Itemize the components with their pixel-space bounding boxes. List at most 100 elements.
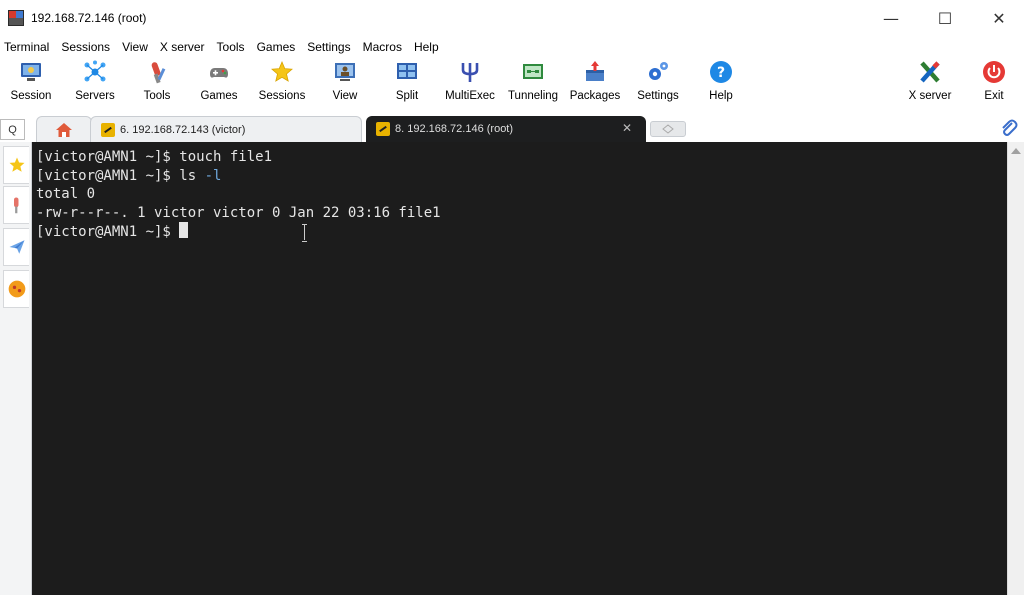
left-sidebar: [0, 142, 32, 595]
games-button[interactable]: Games: [196, 60, 242, 110]
sidebar-macros-button[interactable]: [3, 228, 29, 266]
mobaxterm-app-icon: [8, 10, 24, 26]
terminal-scrollbar[interactable]: [1007, 142, 1024, 595]
menu-settings[interactable]: Settings: [307, 40, 350, 54]
menu-view[interactable]: View: [122, 40, 148, 54]
home-icon: [56, 122, 72, 137]
settings-label: Settings: [637, 90, 679, 102]
help-icon: ?: [710, 61, 732, 83]
multiexec-button[interactable]: MultiExec: [442, 60, 498, 110]
close-tab-icon[interactable]: ✕: [622, 121, 632, 135]
toolbar: Session Servers Tools Games Sessions Vie…: [0, 58, 1024, 112]
session-label: Session: [10, 90, 52, 102]
terminal-line: total 0: [36, 185, 1007, 204]
x-server-label: X server: [908, 90, 952, 102]
games-icon: [210, 68, 228, 78]
sidebar-sftp-button[interactable]: [3, 270, 29, 308]
session-icon: [21, 63, 41, 81]
tools-button[interactable]: Tools: [134, 60, 180, 110]
servers-button[interactable]: Servers: [72, 60, 118, 110]
view-button[interactable]: View: [322, 60, 368, 110]
sessions-star-icon: [271, 60, 293, 82]
split-label: Split: [395, 90, 419, 102]
sessions-button[interactable]: Sessions: [256, 60, 308, 110]
terminal-line: [victor@AMN1 ~]$ touch file1: [36, 148, 1007, 167]
terminal-line: [victor@AMN1 ~]$ ls -l: [36, 167, 1007, 186]
star-icon: [9, 157, 24, 172]
packages-icon: [586, 61, 604, 81]
command-text: ls: [179, 167, 205, 184]
minimize-button[interactable]: —: [866, 0, 916, 36]
terminal-tab-icon: [101, 122, 115, 137]
tab-session-8-label: 8. 192.168.72.146 (root): [395, 123, 514, 135]
tunneling-label: Tunneling: [507, 90, 559, 102]
servers-label: Servers: [75, 90, 115, 102]
settings-button[interactable]: Settings: [634, 60, 682, 110]
terminal-line: -rw-r--r--. 1 victor victor 0 Jan 22 03:…: [36, 204, 1007, 223]
maximize-button[interactable]: ☐: [920, 0, 970, 36]
tab-session-6-label: 6. 192.168.72.143 (victor): [120, 123, 246, 136]
view-icon: [335, 63, 355, 81]
text-cursor: [179, 222, 189, 238]
tools-icon: [151, 62, 166, 84]
sidebar-sessions-button[interactable]: [3, 146, 29, 184]
svg-text:?: ?: [717, 65, 725, 81]
exit-label: Exit: [984, 90, 1004, 102]
shell-prompt: [victor@AMN1 ~]$: [36, 167, 180, 184]
output-text: -rw-r--r--. 1 victor victor 0 Jan 22 03:…: [36, 204, 441, 221]
close-button[interactable]: ✕: [974, 0, 1024, 36]
sftp-icon: [8, 280, 25, 298]
settings-icon: [649, 62, 668, 80]
terminal-output[interactable]: [victor@AMN1 ~]$ touch file1 [victor@AMN…: [32, 142, 1007, 595]
split-icon: [397, 63, 417, 79]
paperclip-icon[interactable]: [998, 118, 1018, 138]
exit-button[interactable]: Exit: [974, 60, 1014, 110]
view-label: View: [332, 90, 358, 102]
terminal-tab-icon: [376, 122, 390, 136]
packages-button[interactable]: Packages: [568, 60, 622, 110]
quick-connect-search[interactable]: Q: [0, 119, 25, 140]
menu-bar: Terminal Sessions View X server Tools Ga…: [0, 36, 1024, 58]
tab-bar: Q 6. 192.168.72.143 (victor) 8. 192.168.…: [0, 114, 1024, 142]
menu-macros[interactable]: Macros: [363, 40, 402, 54]
scroll-up-arrow-icon[interactable]: [1011, 148, 1021, 154]
menu-tools[interactable]: Tools: [217, 40, 245, 54]
tunneling-icon: [523, 64, 543, 79]
command-text: touch file1: [179, 149, 273, 165]
sessions-label: Sessions: [258, 90, 306, 102]
new-tab-button[interactable]: [650, 121, 686, 137]
tab-session-6[interactable]: 6. 192.168.72.143 (victor): [90, 116, 362, 142]
split-button[interactable]: Split: [384, 60, 430, 110]
exit-icon: [983, 61, 1005, 83]
tools-label: Tools: [143, 90, 171, 102]
help-label: Help: [709, 90, 733, 102]
sidebar-tools-button[interactable]: [3, 186, 29, 224]
menu-sessions[interactable]: Sessions: [61, 40, 110, 54]
command-flag: -l: [204, 167, 222, 184]
tab-session-8[interactable]: 8. 192.168.72.146 (root) ✕: [366, 116, 646, 142]
mouse-ibeam-cursor-icon: [302, 224, 308, 242]
new-tab-icon: [662, 124, 674, 134]
output-text: total 0: [36, 186, 96, 202]
menu-help[interactable]: Help: [414, 40, 439, 54]
tools-icon: [13, 197, 18, 214]
shell-prompt: [victor@AMN1 ~]$: [36, 224, 180, 240]
shell-prompt: [victor@AMN1 ~]$: [36, 149, 180, 165]
title-bar: 192.168.72.146 (root) — ☐ ✕: [0, 0, 1024, 36]
servers-icon: [84, 60, 106, 82]
multiexec-icon: [461, 63, 479, 82]
x-server-button[interactable]: X server: [904, 60, 956, 110]
session-button[interactable]: Session: [8, 60, 54, 110]
multiexec-label: MultiExec: [445, 90, 495, 102]
menu-x-server[interactable]: X server: [160, 40, 205, 54]
home-tab[interactable]: [36, 116, 92, 142]
terminal-line: [victor@AMN1 ~]$: [36, 222, 1007, 242]
xserver-icon: [920, 61, 940, 83]
menu-terminal[interactable]: Terminal: [4, 40, 49, 54]
games-label: Games: [200, 90, 238, 102]
packages-label: Packages: [569, 90, 621, 102]
menu-games[interactable]: Games: [257, 40, 296, 54]
tunneling-button[interactable]: Tunneling: [503, 60, 563, 110]
help-button[interactable]: ? Help: [698, 60, 744, 110]
paper-plane-icon: [9, 240, 24, 254]
